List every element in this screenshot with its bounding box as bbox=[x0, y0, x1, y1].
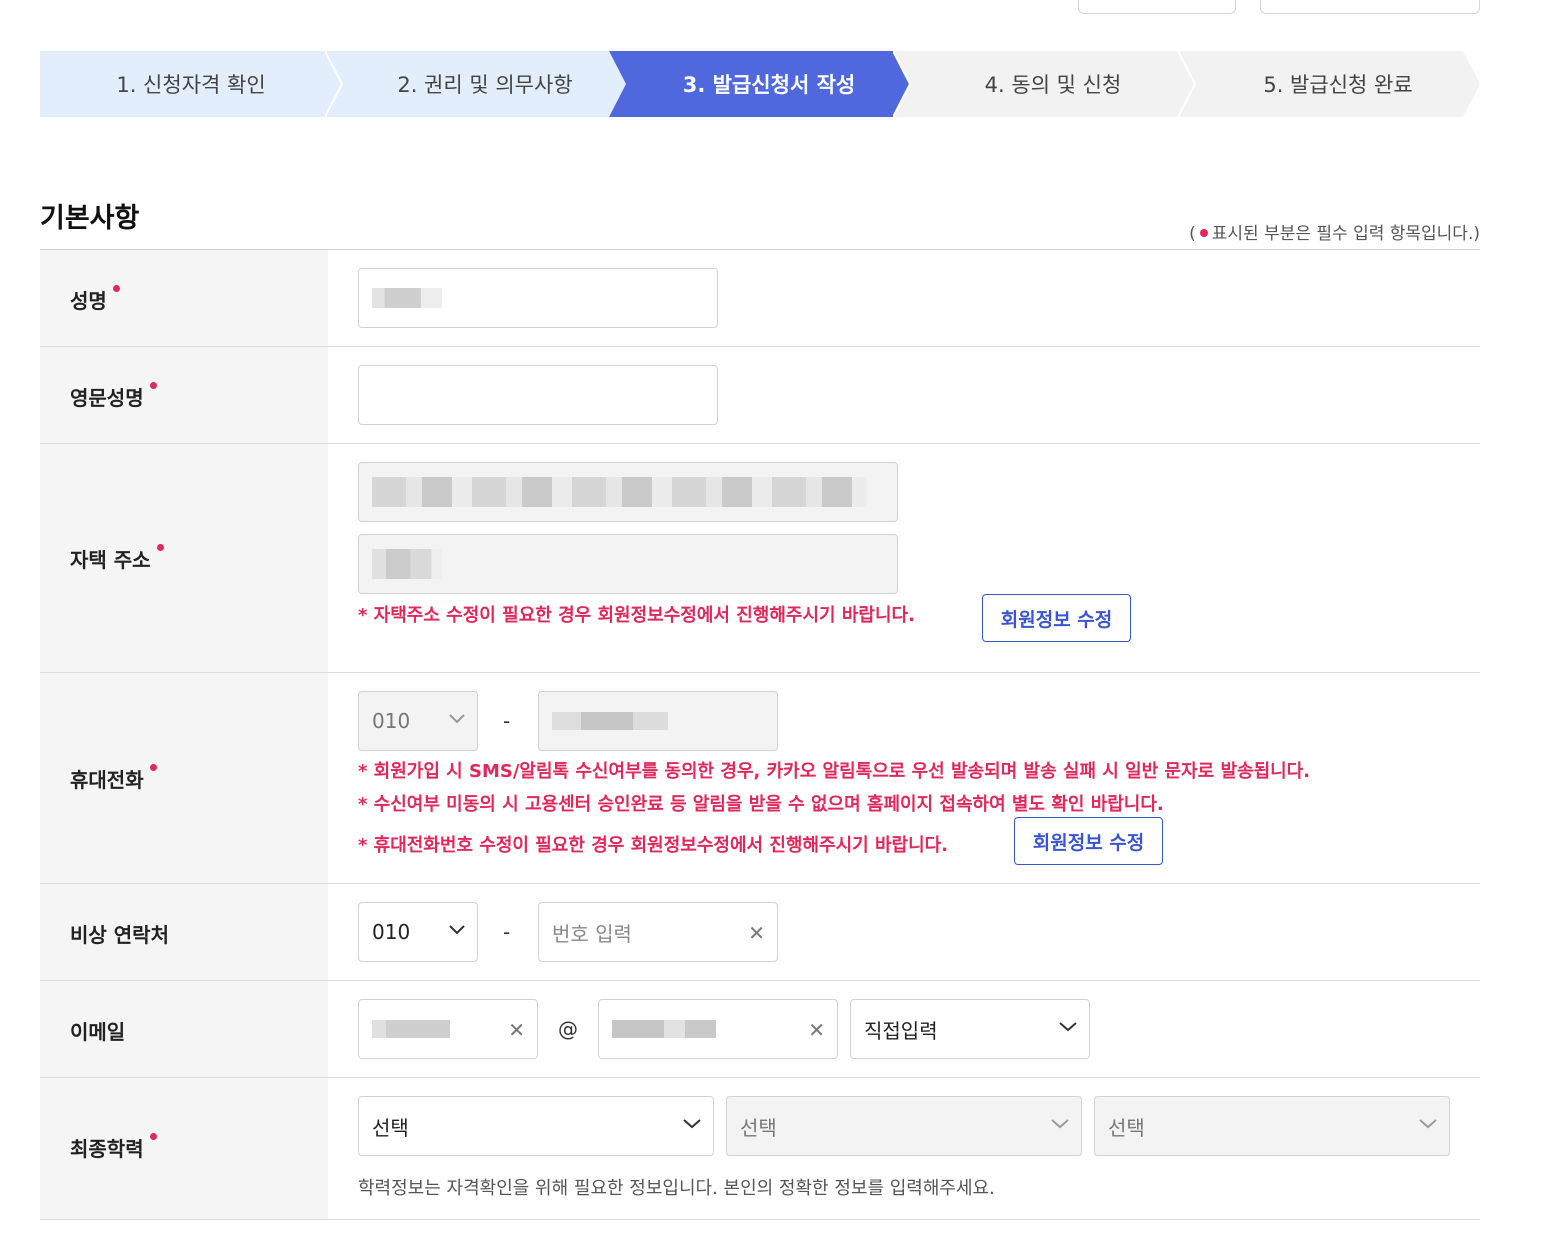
required-note-prefix: ( bbox=[1189, 224, 1196, 244]
chevron-down-icon bbox=[683, 1119, 701, 1129]
step-5: 5. 발급신청 완료 bbox=[1178, 51, 1480, 117]
step-4: 4. 동의 및 신청 bbox=[893, 51, 1195, 117]
address-label: 자택 주소 bbox=[70, 544, 164, 573]
emergency-dash: - bbox=[503, 920, 511, 944]
step-1-label: 1. 신청자격 확인 bbox=[116, 73, 266, 97]
name-input[interactable] bbox=[358, 268, 718, 328]
required-dot-icon bbox=[112, 285, 120, 292]
email-domain-input[interactable]: ✕ bbox=[598, 999, 838, 1059]
step-4-label: 4. 동의 및 신청 bbox=[984, 73, 1122, 97]
education-level-select[interactable]: 선택 bbox=[358, 1096, 714, 1156]
education-label: 최종학력 bbox=[70, 1133, 157, 1162]
mobile-notice-2: * 수신여부 미동의 시 고용센터 승인완료 등 알림을 받을 수 없으며 홈페… bbox=[358, 794, 1164, 815]
email-label: 이메일 bbox=[70, 1016, 125, 1045]
clear-icon[interactable]: ✕ bbox=[508, 1020, 525, 1040]
step-5-label: 5. 발급신청 완료 bbox=[1263, 73, 1413, 97]
address-notice: * 자택주소 수정이 필요한 경우 회원정보수정에서 진행해주시기 바랍니다. bbox=[358, 605, 915, 626]
email-domain-select[interactable]: 직접입력 bbox=[850, 999, 1090, 1059]
education-label-text: 최종학력 bbox=[70, 1137, 144, 1161]
step-1: 1. 신청자격 확인 bbox=[40, 51, 342, 117]
english-name-label-text: 영문성명 bbox=[70, 386, 144, 410]
mobile-label: 휴대전화 bbox=[70, 764, 157, 793]
step-3-label: 3. 발급신청서 작성 bbox=[682, 73, 856, 97]
email-domain-redacted bbox=[612, 1020, 716, 1038]
email-label-text: 이메일 bbox=[70, 1020, 126, 1044]
address-line2-input bbox=[358, 534, 898, 594]
education-help-text: 학력정보는 자격확인을 위해 필요한 정보입니다. 본인의 정확한 정보를 입력… bbox=[358, 1178, 995, 1199]
chevron-down-icon bbox=[449, 714, 465, 724]
email-id-redacted bbox=[372, 1020, 450, 1038]
step-2-label: 2. 권리 및 의무사항 bbox=[397, 73, 573, 97]
emergency-label-text: 비상 연락처 bbox=[70, 923, 169, 947]
basic-info-form: 성명 영문성명 자택 주소 * 자택주소 수정이 필요한 경우 회원정보수정에서… bbox=[40, 249, 1480, 1220]
emergency-label: 비상 연락처 bbox=[70, 919, 169, 948]
email-domain-select-value: 직접입력 bbox=[864, 1018, 938, 1043]
address-line1-input bbox=[358, 462, 898, 522]
section-title: 기본사항 bbox=[40, 203, 140, 234]
row-education: 최종학력 선택 선택 선택 학력정보는 자격확인을 위해 필요한 정보입니다. … bbox=[40, 1078, 1480, 1220]
required-dot-icon bbox=[156, 544, 164, 551]
english-name-label: 영문성명 bbox=[70, 382, 157, 411]
required-dot-icon bbox=[1199, 228, 1208, 237]
email-id-input[interactable]: ✕ bbox=[358, 999, 538, 1059]
education-school-value: 선택 bbox=[740, 1115, 777, 1140]
address-edit-member-button[interactable]: 회원정보 수정 bbox=[982, 594, 1131, 642]
row-address: 자택 주소 * 자택주소 수정이 필요한 경우 회원정보수정에서 진행해주시기 … bbox=[40, 444, 1480, 673]
required-note: ( 표시된 부분은 필수 입력 항목입니다.) bbox=[1189, 219, 1480, 244]
step-3: 3. 발급신청서 작성 bbox=[609, 51, 911, 117]
mobile-number-redacted bbox=[552, 712, 668, 730]
mobile-dash: - bbox=[503, 709, 511, 733]
row-english-name: 영문성명 bbox=[40, 347, 1480, 444]
email-at-sign: @ bbox=[558, 1017, 578, 1041]
emergency-prefix-select[interactable]: 010 bbox=[358, 902, 478, 962]
top-button-right[interactable] bbox=[1260, 0, 1480, 14]
chevron-down-icon bbox=[1059, 1022, 1077, 1032]
mobile-notice-3: * 휴대전화번호 수정이 필요한 경우 회원정보수정에서 진행해주시기 바랍니다… bbox=[358, 835, 949, 856]
row-name: 성명 bbox=[40, 250, 1480, 347]
chevron-down-icon bbox=[1051, 1119, 1069, 1129]
education-level-value: 선택 bbox=[372, 1115, 409, 1140]
mobile-number-input bbox=[538, 691, 778, 751]
required-dot-icon bbox=[149, 382, 157, 389]
row-emergency: 비상 연락처 010 - 번호 입력 ✕ bbox=[40, 884, 1480, 981]
step-2: 2. 권리 및 의무사항 bbox=[325, 51, 627, 117]
address-line2-redacted bbox=[372, 549, 442, 579]
education-status-value: 선택 bbox=[1108, 1115, 1145, 1140]
mobile-prefix-select: 010 bbox=[358, 691, 478, 751]
english-name-input[interactable] bbox=[358, 365, 718, 425]
mobile-prefix-value: 010 bbox=[372, 709, 411, 733]
mobile-notice-1: * 회원가입 시 SMS/알림톡 수신여부를 동의한 경우, 카카오 알림톡으로… bbox=[358, 761, 1311, 782]
address-label-text: 자택 주소 bbox=[70, 548, 151, 572]
chevron-down-icon bbox=[1419, 1119, 1437, 1129]
mobile-edit-member-button[interactable]: 회원정보 수정 bbox=[1014, 817, 1163, 865]
required-note-text: 표시된 부분은 필수 입력 항목입니다.) bbox=[1211, 224, 1480, 244]
emergency-number-placeholder: 번호 입력 bbox=[552, 921, 632, 946]
chevron-down-icon bbox=[449, 925, 465, 935]
row-mobile: 휴대전화 010 - * 회원가입 시 SMS/알림톡 수신여부를 동의한 경우… bbox=[40, 673, 1480, 884]
education-school-select: 선택 bbox=[726, 1096, 1082, 1156]
name-label: 성명 bbox=[70, 285, 120, 314]
top-button-left[interactable] bbox=[1078, 0, 1236, 14]
step-indicator: 1. 신청자격 확인 2. 권리 및 의무사항 3. 발급신청서 작성 4. 동… bbox=[40, 51, 1480, 117]
emergency-number-input[interactable]: 번호 입력 ✕ bbox=[538, 902, 778, 962]
clear-icon[interactable]: ✕ bbox=[808, 1020, 825, 1040]
education-status-select: 선택 bbox=[1094, 1096, 1450, 1156]
name-label-text: 성명 bbox=[70, 289, 107, 313]
address-line1-redacted bbox=[372, 477, 866, 507]
name-redacted bbox=[372, 288, 442, 308]
row-email: 이메일 ✕ @ ✕ 직접입력 bbox=[40, 981, 1480, 1078]
mobile-label-text: 휴대전화 bbox=[70, 768, 144, 792]
emergency-prefix-value: 010 bbox=[372, 920, 411, 944]
required-dot-icon bbox=[149, 1133, 157, 1140]
clear-icon[interactable]: ✕ bbox=[748, 923, 765, 943]
required-dot-icon bbox=[149, 764, 157, 771]
